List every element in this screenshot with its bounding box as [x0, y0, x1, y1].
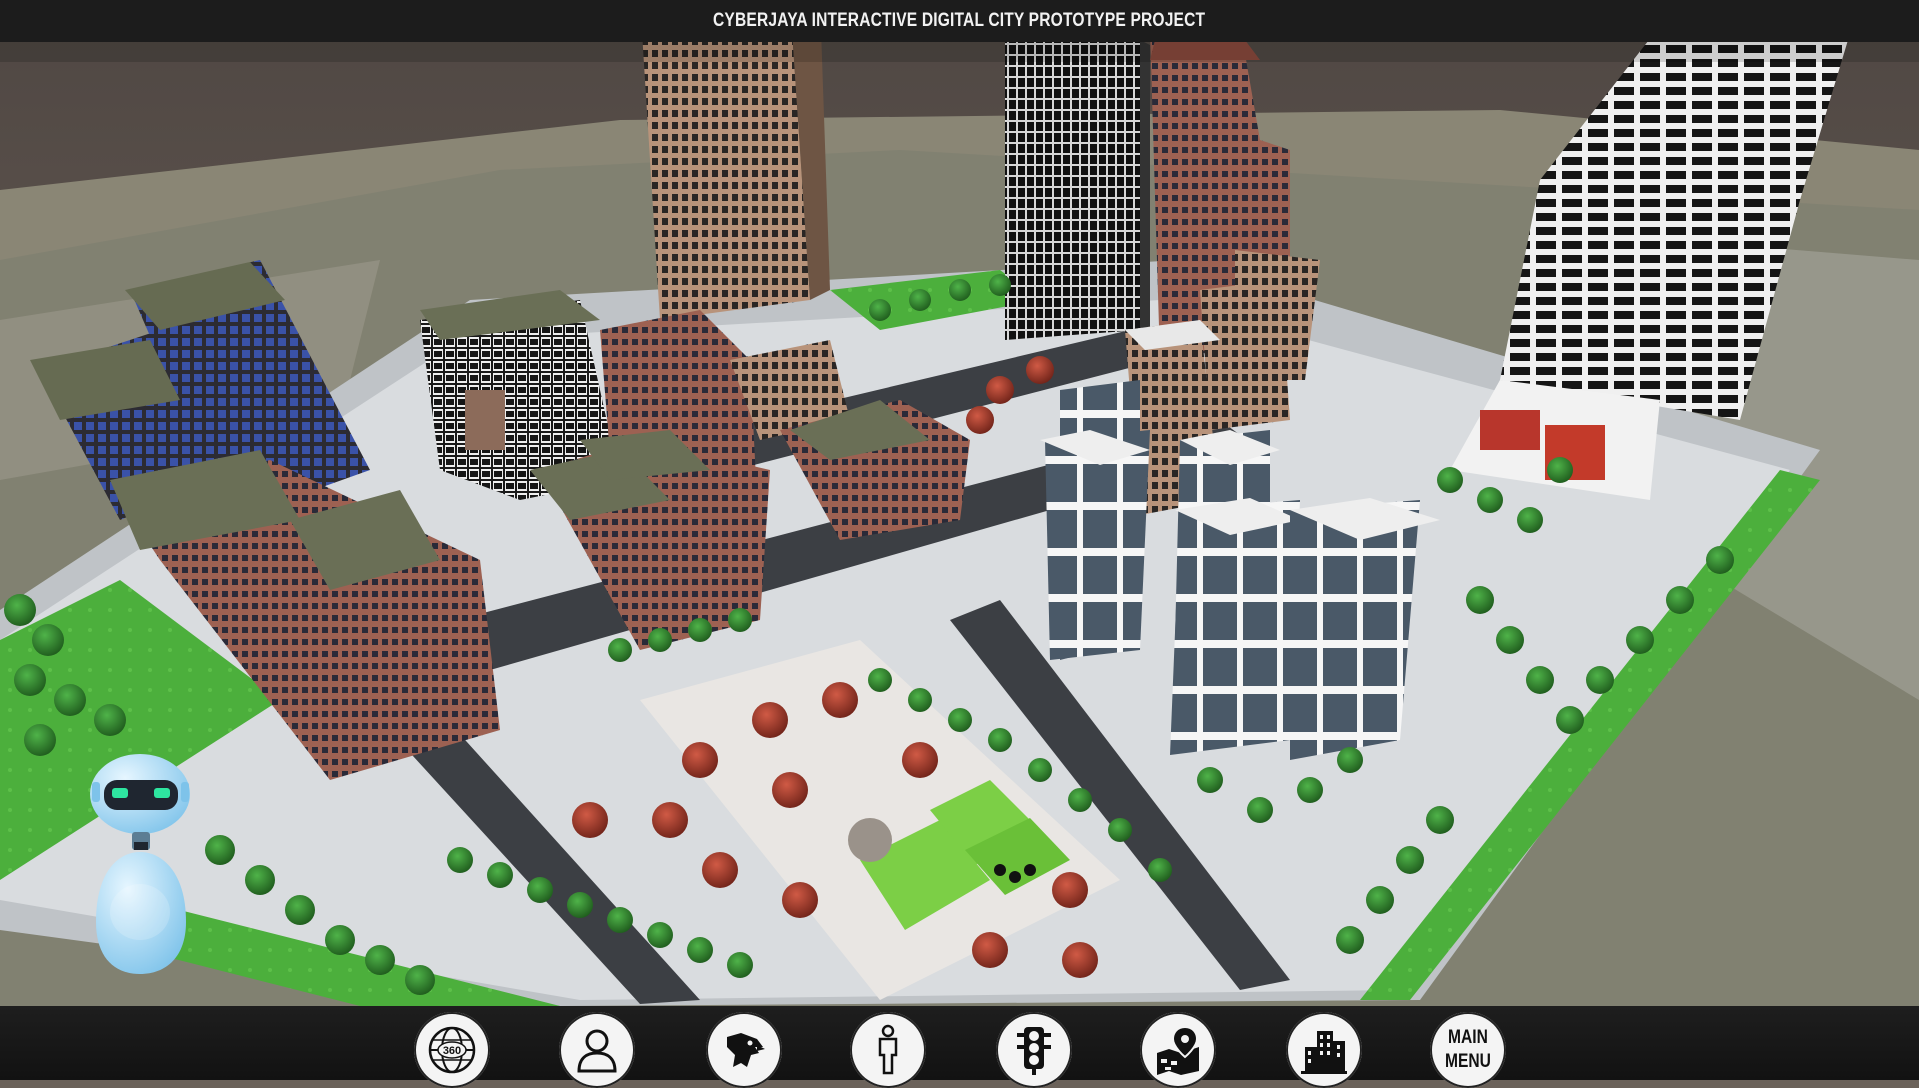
buildings-icon	[1301, 1031, 1347, 1074]
buildings-button[interactable]	[1286, 1012, 1362, 1088]
globe-360-icon: 360	[428, 1026, 476, 1074]
main-menu-line1: MAIN	[1448, 1027, 1488, 1048]
eagle-icon	[727, 1033, 765, 1067]
walk-view-button[interactable]	[850, 1012, 926, 1088]
svg-text:360: 360	[443, 1045, 461, 1057]
title-bar: CYBERJAYA INTERACTIVE DIGITAL CITY PROTO…	[0, 0, 1919, 42]
map-location-button[interactable]	[1140, 1012, 1216, 1088]
city-3d-viewport[interactable]	[0, 0, 1919, 1080]
main-menu-label: MAIN MENU	[1445, 1026, 1491, 1074]
traffic-button[interactable]	[996, 1012, 1072, 1088]
person-icon	[577, 1029, 617, 1073]
standing-person-icon	[878, 1024, 898, 1075]
main-menu-button[interactable]: MAIN MENU	[1430, 1012, 1506, 1088]
traffic-light-icon	[1017, 1027, 1051, 1075]
view-360-button[interactable]: 360	[414, 1012, 490, 1088]
bird-view-button[interactable]	[706, 1012, 782, 1088]
robot-assistant-icon[interactable]	[82, 752, 222, 982]
bottom-toolbar	[0, 1006, 1919, 1080]
avatar-view-button[interactable]	[559, 1012, 635, 1088]
page-title: CYBERJAYA INTERACTIVE DIGITAL CITY PROTO…	[713, 10, 1206, 31]
map-pin-icon	[1157, 1025, 1199, 1075]
tower-black	[1005, 40, 1150, 340]
main-menu-line2: MENU	[1445, 1051, 1491, 1072]
